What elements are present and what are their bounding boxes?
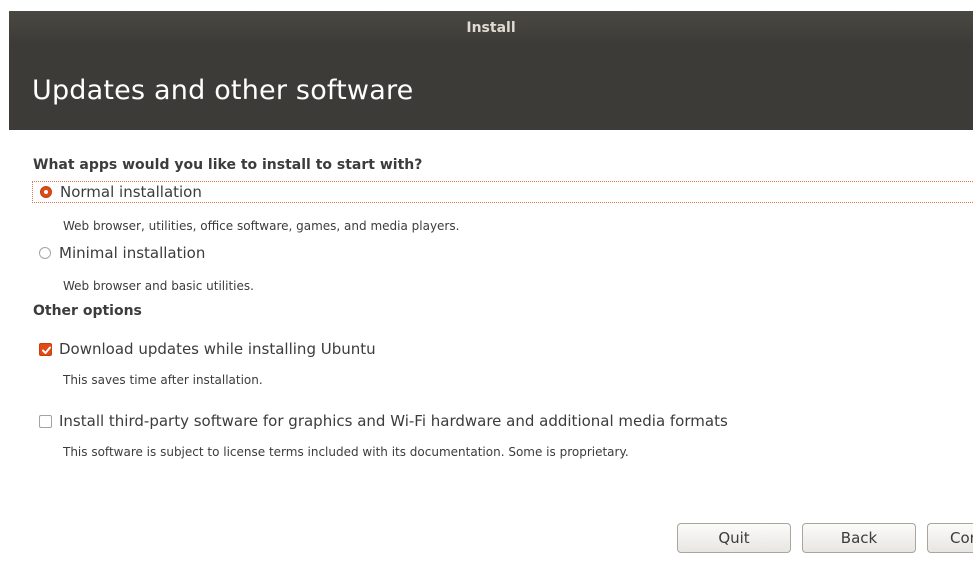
apps-question: What apps would you like to install to s… [33, 157, 423, 173]
back-button[interactable]: Back [802, 523, 916, 553]
page-header: Updates and other software [9, 47, 973, 130]
normal-installation-radio-icon[interactable] [40, 186, 52, 198]
quit-button[interactable]: Quit [677, 523, 791, 553]
normal-installation-label[interactable]: Normal installation [60, 183, 202, 201]
third-party-software-description: This software is subject to license term… [63, 445, 629, 459]
minimal-installation-description: Web browser and basic utilities. [63, 279, 254, 293]
other-options-heading: Other options [33, 303, 142, 319]
normal-installation-option[interactable]: Normal installation [32, 181, 973, 203]
minimal-installation-radio-icon[interactable] [39, 247, 51, 259]
download-updates-option[interactable]: Download updates while installing Ubuntu [32, 337, 532, 359]
installer-window: Install Updates and other software What … [0, 0, 973, 575]
continue-button-label[interactable]: Continue [950, 524, 973, 552]
third-party-software-checkbox-icon[interactable] [39, 415, 52, 428]
page-title: Updates and other software [32, 75, 414, 106]
third-party-software-label[interactable]: Install third-party software for graphic… [59, 412, 728, 430]
download-updates-label[interactable]: Download updates while installing Ubuntu [59, 340, 376, 358]
main-content: What apps would you like to install to s… [9, 130, 973, 575]
continue-button[interactable]: Continue [927, 523, 973, 553]
third-party-software-option[interactable]: Install third-party software for graphic… [32, 409, 962, 431]
checkmark-icon [42, 346, 51, 354]
minimal-installation-option[interactable]: Minimal installation [32, 242, 332, 264]
minimal-installation-label[interactable]: Minimal installation [59, 244, 205, 262]
download-updates-description: This saves time after installation. [63, 373, 263, 387]
window-titlebar[interactable]: Install [9, 11, 973, 47]
screen-top-margin [0, 0, 973, 11]
download-updates-checkbox-icon[interactable] [39, 343, 52, 356]
window-title: Install [466, 20, 516, 36]
normal-installation-description: Web browser, utilities, office software,… [63, 219, 460, 233]
